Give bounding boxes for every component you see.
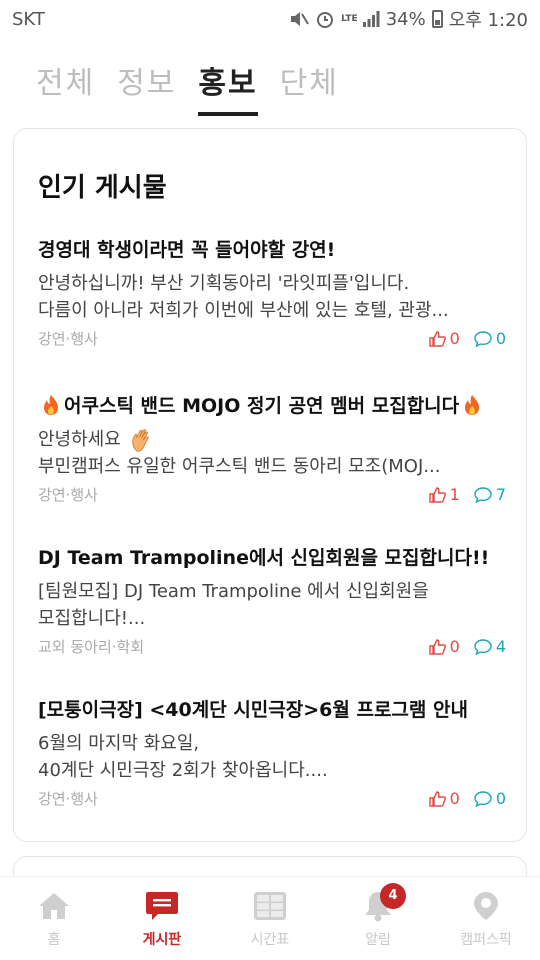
carrier-label: SKT: [12, 8, 45, 30]
post-meta: 강연·행사 1 7: [38, 484, 506, 505]
tab-all[interactable]: 전체: [36, 58, 95, 116]
signal-icon: [362, 11, 380, 27]
thumbs-up-icon: [428, 638, 446, 655]
post-preview: 안녕하십니까! 부산 기획동아리 '라잇피플'입니다. 다름이 아니라 저희가 …: [38, 270, 506, 324]
like-count: 0: [428, 637, 460, 656]
post-preview-line: 부민캠퍼스 유일한 어쿠스틱 밴드 동아리 모조(MOJ...: [38, 456, 441, 477]
comment-count-value: 0: [495, 789, 506, 808]
like-count: 0: [428, 329, 460, 348]
like-count-value: 1: [449, 485, 460, 504]
post-preview-line: 안녕하십니까! 부산 기획동아리 '라잇피플'입니다.: [38, 273, 410, 294]
popular-posts-card: 인기 게시물 경영대 학생이라면 꼭 들어야할 강연! 안녕하십니까! 부산 기…: [13, 128, 527, 842]
nav-campuspick[interactable]: 캠퍼스픽: [432, 877, 540, 960]
post-category: 교외 동아리·학회: [38, 638, 145, 656]
post-item[interactable]: 어쿠스틱 밴드 MOJO 정기 공연 멤버 모집합니다 안녕하세요 부민캠퍼스 …: [38, 391, 506, 505]
notification-badge: 4: [380, 882, 406, 909]
comment-count: 0: [474, 789, 506, 808]
nav-label: 시간표: [250, 931, 290, 948]
post-preview-line: 안녕하세요: [38, 429, 121, 450]
battery-icon: [431, 10, 443, 28]
network-label: LTE: [341, 13, 358, 24]
clock: 오후 1:20: [448, 10, 528, 31]
post-title: DJ Team Trampoline에서 신입회원을 모집합니다!!: [38, 547, 490, 569]
post-preview-line: 40계단 시민극장 2회가 찾아옵니다....: [38, 760, 328, 781]
post-preview-line: [팀원모집] DJ Team Trampoline 에서 신입회원을: [38, 581, 429, 602]
tab-promotion[interactable]: 홍보: [198, 58, 258, 116]
comment-icon: [474, 330, 492, 347]
comment-count-value: 0: [495, 329, 506, 348]
nav-home[interactable]: 홈: [0, 877, 108, 960]
post-preview-line: 6월의 마지막 화요일,: [38, 733, 200, 754]
comment-count: 4: [474, 637, 506, 656]
comment-icon: [474, 790, 492, 807]
timetable-icon: [252, 889, 288, 923]
like-count-value: 0: [449, 789, 460, 808]
comment-count: 7: [474, 485, 506, 504]
post-preview: 안녕하세요 부민캠퍼스 유일한 어쿠스틱 밴드 동아리 모조(MOJ...: [38, 426, 506, 480]
post-item[interactable]: [모퉁이극장] <40계단 시민극장>6월 프로그램 안내 6월의 마지막 화요…: [38, 695, 506, 809]
tab-groups[interactable]: 단체: [280, 58, 339, 116]
post-preview: [팀원모집] DJ Team Trampoline 에서 신입회원을 모집합니다…: [38, 578, 506, 632]
nav-notifications[interactable]: 4 알림: [324, 877, 432, 960]
nav-timetable[interactable]: 시간표: [216, 877, 324, 960]
thumbs-up-icon: [428, 330, 446, 347]
post-category: 강연·행사: [38, 486, 98, 504]
battery-percent: 34%: [385, 8, 426, 30]
post-meta: 강연·행사 0 0: [38, 328, 506, 349]
post-meta: 교외 동아리·학회 0 4: [38, 636, 506, 657]
comment-count-value: 7: [495, 485, 506, 504]
post-item[interactable]: 경영대 학생이라면 꼭 들어야할 강연! 안녕하십니까! 부산 기획동아리 '라…: [38, 235, 506, 349]
nav-board[interactable]: 게시판: [108, 877, 216, 960]
section-title: 인기 게시물: [38, 173, 167, 203]
comment-icon: [474, 638, 492, 655]
status-bar: SKT LTE 34% 오후 1:20: [0, 0, 540, 38]
thumbs-up-icon: [428, 790, 446, 807]
post-title: 어쿠스틱 밴드 MOJO 정기 공연 멤버 모집합니다: [64, 395, 460, 417]
post-item[interactable]: DJ Team Trampoline에서 신입회원을 모집합니다!! [팀원모집…: [38, 543, 506, 657]
post-category: 강연·행사: [38, 330, 98, 348]
bell-icon: 4: [360, 882, 406, 923]
fire-icon: [44, 394, 58, 415]
status-right: LTE 34% 오후 1:20: [289, 6, 528, 32]
post-title-row: 어쿠스틱 밴드 MOJO 정기 공연 멤버 모집합니다: [38, 391, 506, 418]
nav-label: 알림: [365, 931, 391, 948]
home-icon: [36, 889, 72, 923]
post-preview-line: 모집합니다!...: [38, 608, 146, 629]
fire-icon: [465, 394, 480, 415]
alarm-icon: [317, 12, 334, 28]
post-category: 강연·행사: [38, 790, 98, 808]
like-count: 0: [428, 789, 460, 808]
waving-hand-icon: [131, 429, 149, 452]
bottom-nav: 홈 게시판 시간표 4 알림 캠퍼스픽: [0, 876, 540, 960]
nav-label: 캠퍼스픽: [460, 931, 512, 948]
comment-count: 0: [474, 329, 506, 348]
post-title: [모퉁이극장] <40계단 시민극장>6월 프로그램 안내: [38, 699, 468, 721]
like-count-value: 0: [449, 329, 460, 348]
post-title: 경영대 학생이라면 꼭 들어야할 강연!: [38, 239, 336, 261]
thumbs-up-icon: [428, 486, 446, 503]
board-tabs: 전체 정보 홍보 단체: [36, 58, 339, 116]
nav-label: 게시판: [142, 931, 182, 948]
campuspick-icon: [468, 889, 504, 923]
mute-icon: [291, 12, 310, 26]
nav-label: 홈: [47, 931, 61, 948]
post-preview-line: 다름이 아니라 저희가 이번에 부산에 있는 호텔, 관광...: [38, 300, 449, 321]
post-preview-line-row: 안녕하세요: [38, 426, 506, 453]
board-icon: [144, 889, 180, 923]
tab-info[interactable]: 정보: [117, 58, 176, 116]
like-count: 1: [428, 485, 460, 504]
post-meta: 강연·행사 0 0: [38, 788, 506, 809]
comment-count-value: 4: [495, 637, 506, 656]
like-count-value: 0: [449, 637, 460, 656]
post-preview: 6월의 마지막 화요일, 40계단 시민극장 2회가 찾아옵니다....: [38, 730, 506, 784]
comment-icon: [474, 486, 492, 503]
